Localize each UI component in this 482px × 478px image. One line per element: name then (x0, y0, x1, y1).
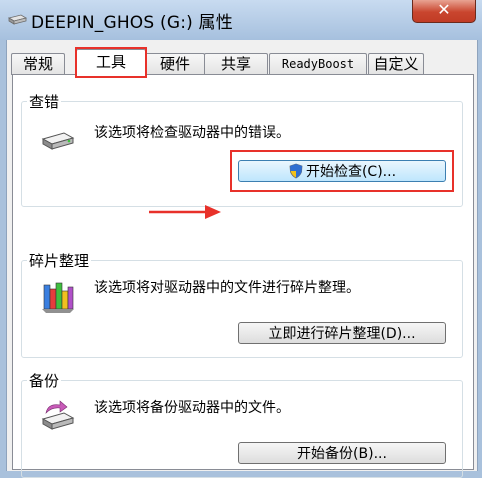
tab-hardware[interactable]: 硬件 (145, 53, 205, 75)
tab-customize[interactable]: 自定义 (368, 53, 424, 75)
backup-icon (41, 400, 75, 430)
title-bar: DEEPIN_GHOS (G:) 属性 ✕ (0, 0, 482, 40)
tab-readyboost[interactable]: ReadyBoost (269, 53, 367, 75)
defrag-icon (42, 282, 74, 313)
tools-panel: 查错 该选项将检查驱动器中的错误。 开始检查(C)... 碎片整理 该选项将对驱… (12, 74, 474, 478)
error-check-group: 查错 该选项将检查驱动器中的错误。 开始检查(C)... (21, 91, 463, 207)
defrag-title: 碎片整理 (27, 250, 92, 271)
backup-now-button[interactable]: 开始备份(B)... (238, 442, 446, 464)
error-check-title: 查错 (27, 91, 62, 112)
drive-check-icon (41, 132, 75, 150)
window-title: DEEPIN_GHOS (G:) 属性 (31, 13, 233, 33)
close-button[interactable]: ✕ (412, 0, 476, 23)
tab-sharing[interactable]: 共享 (204, 53, 268, 75)
backup-title: 备份 (27, 370, 62, 391)
red-arrow-icon (149, 205, 221, 219)
button-highlight-box (230, 150, 454, 192)
defrag-description: 该选项将对驱动器中的文件进行碎片整理。 (94, 280, 360, 296)
defrag-group: 碎片整理 该选项将对驱动器中的文件进行碎片整理。 立即进行碎片整理(D)... (21, 250, 463, 358)
defrag-now-button[interactable]: 立即进行碎片整理(D)... (238, 322, 446, 344)
error-check-description: 该选项将检查驱动器中的错误。 (94, 125, 290, 141)
tab-general[interactable]: 常规 (11, 53, 65, 75)
drive-icon (7, 14, 27, 25)
tab-highlight-box (75, 47, 147, 78)
backup-group: 备份 该选项将备份驱动器中的文件。 开始备份(B)... (21, 370, 463, 478)
backup-description: 该选项将备份驱动器中的文件。 (94, 400, 290, 416)
properties-dialog: 常规 工具 硬件 共享 ReadyBoost 自定义 查错 该选项将检查驱动器中… (6, 40, 478, 478)
